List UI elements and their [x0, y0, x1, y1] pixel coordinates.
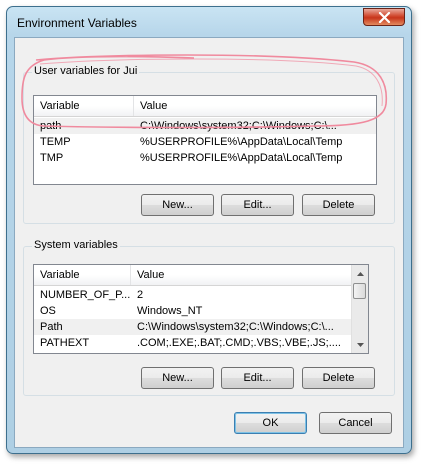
- row-variable: TEMP: [40, 136, 71, 148]
- user-edit-button[interactable]: Edit...: [221, 194, 294, 216]
- row-value: .COM;.EXE;.BAT;.CMD;.VBS;.VBE;.JS;....: [137, 337, 341, 349]
- scroll-thumb[interactable]: [353, 283, 366, 299]
- ok-button[interactable]: OK: [234, 412, 307, 434]
- user-new-button[interactable]: New...: [141, 194, 214, 216]
- scroll-down-button[interactable]: [352, 336, 368, 353]
- row-value: %USERPROFILE%\AppData\Local\Temp: [140, 136, 343, 148]
- system-variables-label: System variables: [32, 239, 120, 251]
- scroll-up-button[interactable]: [352, 265, 368, 282]
- system-row-os[interactable]: OS Windows_NT: [34, 303, 352, 319]
- row-value: C:\Windows\system32;C:\Windows;C:\...: [140, 120, 337, 132]
- system-list-header: Variable Value: [34, 265, 352, 286]
- user-row-temp[interactable]: TEMP %USERPROFILE%\AppData\Local\Temp: [34, 134, 376, 150]
- row-variable: TMP: [40, 152, 64, 164]
- row-variable: path: [40, 120, 62, 132]
- system-variables-group: System variables Variable Value NUMBER_O…: [23, 239, 395, 396]
- window-title: Environment Variables: [17, 16, 137, 30]
- column-header-variable[interactable]: Variable: [34, 96, 134, 116]
- user-row-path[interactable]: path C:\Windows\system32;C:\Windows;C:\.…: [34, 118, 376, 134]
- scroll-down-icon: [356, 342, 364, 347]
- row-variable: OS: [40, 305, 56, 317]
- row-value: Windows_NT: [137, 305, 203, 317]
- title-bar[interactable]: Environment Variables: [7, 7, 411, 37]
- user-variables-group: User variables for Jui Variable Value pa…: [23, 65, 395, 224]
- system-row-path[interactable]: Path C:\Windows\system32;C:\Windows;C:\.…: [34, 319, 352, 335]
- system-row-number-of-processors[interactable]: NUMBER_OF_P... 2: [34, 287, 352, 303]
- row-value: %USERPROFILE%\AppData\Local\Temp: [140, 152, 343, 164]
- cancel-button[interactable]: Cancel: [319, 412, 392, 434]
- user-variables-label: User variables for Jui: [32, 65, 140, 77]
- row-value: 2: [137, 289, 144, 301]
- column-header-variable[interactable]: Variable: [34, 265, 131, 285]
- row-variable: Path: [40, 321, 63, 333]
- close-button[interactable]: [363, 8, 405, 26]
- user-variables-list[interactable]: Variable Value path C:\Windows\system32;…: [33, 95, 377, 185]
- system-row-pathext[interactable]: PATHEXT .COM;.EXE;.BAT;.CMD;.VBS;.VBE;.J…: [34, 335, 352, 351]
- environment-variables-dialog: Environment Variables User variables for…: [6, 6, 412, 454]
- user-list-header: Variable Value: [34, 96, 376, 117]
- column-header-value[interactable]: Value: [131, 265, 352, 285]
- scroll-up-icon: [356, 271, 364, 276]
- row-variable: NUMBER_OF_P...: [40, 289, 131, 301]
- system-variables-list[interactable]: Variable Value NUMBER_OF_P... 2 OS Windo…: [33, 264, 369, 354]
- row-variable: PATHEXT: [40, 337, 90, 349]
- system-list-scrollbar[interactable]: [351, 265, 368, 353]
- system-edit-button[interactable]: Edit...: [221, 367, 294, 389]
- system-new-button[interactable]: New...: [141, 367, 214, 389]
- close-icon: [378, 12, 391, 23]
- user-delete-button[interactable]: Delete: [302, 194, 375, 216]
- column-header-value[interactable]: Value: [134, 96, 376, 116]
- dialog-client-area: User variables for Jui Variable Value pa…: [14, 37, 404, 448]
- user-row-tmp[interactable]: TMP %USERPROFILE%\AppData\Local\Temp: [34, 150, 376, 166]
- system-delete-button[interactable]: Delete: [302, 367, 375, 389]
- row-value: C:\Windows\system32;C:\Windows;C:\...: [137, 321, 334, 333]
